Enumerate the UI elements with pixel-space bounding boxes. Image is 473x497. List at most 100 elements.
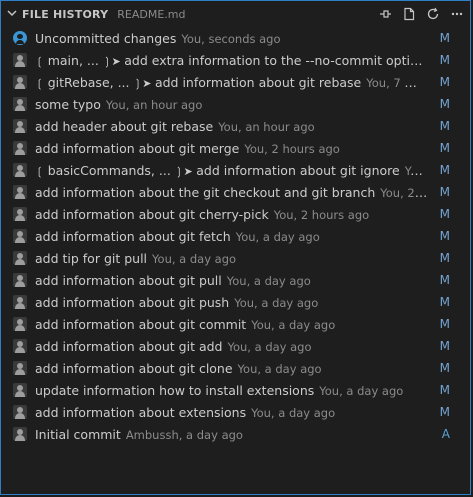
author-avatar-icon bbox=[13, 317, 27, 331]
commit-row[interactable]: add information about git push You, a day… bbox=[1, 291, 470, 313]
commit-row[interactable]: add information about git add You, a day … bbox=[1, 335, 470, 357]
commit-row[interactable]: add information about git fetch You, a da… bbox=[1, 225, 470, 247]
commit-content: add information about git commit You, a d… bbox=[35, 317, 428, 332]
commit-content: add information about git cherry-pick You… bbox=[35, 207, 428, 222]
commit-message: some typo bbox=[35, 96, 101, 112]
commit-row[interactable]: ❲ basicCommands, ... ❳➤ add information … bbox=[1, 159, 470, 181]
commit-meta: You, an hour ago bbox=[105, 97, 203, 112]
commit-message: add information about git clone bbox=[35, 360, 233, 376]
commit-meta: Ambussh, a day ago bbox=[125, 427, 243, 442]
commit-content: some typo You, an hour ago bbox=[35, 97, 428, 112]
commit-row[interactable]: add information about git pull You, a day… bbox=[1, 269, 470, 291]
file-status-badge: M bbox=[439, 339, 450, 353]
branch-label: main, ... bbox=[47, 52, 99, 68]
branch-open-icon: ❲ bbox=[35, 164, 48, 178]
author-avatar-icon bbox=[13, 119, 27, 133]
commit-meta: You, 7 minu... bbox=[366, 75, 428, 90]
commit-row[interactable]: add header about git rebase You, an hour … bbox=[1, 115, 470, 137]
commit-message: add information about git commit bbox=[35, 316, 247, 332]
commit-content: add information about git merge You, 2 ho… bbox=[35, 141, 428, 156]
commit-message: add information about git merge bbox=[35, 140, 240, 156]
commit-message: add information about extensions bbox=[35, 404, 247, 420]
file-history-panel: FILE HISTORY README.md Uncommitted chang… bbox=[0, 0, 471, 495]
open-file-icon[interactable] bbox=[401, 7, 416, 22]
file-status-badge: M bbox=[439, 405, 450, 419]
commit-meta: You, 2 ho... bbox=[380, 185, 428, 200]
commit-content: add information about git fetch You, a da… bbox=[35, 229, 428, 244]
file-status-badge: M bbox=[439, 207, 450, 221]
commit-row[interactable]: add information about git clone You, a da… bbox=[1, 357, 470, 379]
branch-close-icon: ❳➤ bbox=[170, 164, 197, 178]
commit-meta: You, an hour ago bbox=[218, 119, 315, 134]
commit-message: add extra information to the --no-commit… bbox=[124, 52, 428, 68]
file-status-badge: M bbox=[439, 295, 450, 309]
commit-row[interactable]: ❲ main, ... ❳➤ add extra information to … bbox=[1, 49, 470, 71]
commit-message: Initial commit bbox=[35, 426, 121, 442]
author-avatar-icon bbox=[13, 295, 27, 309]
file-status-badge: M bbox=[439, 185, 450, 199]
commit-row[interactable]: update information how to install extens… bbox=[1, 379, 470, 401]
commit-content: ❲ gitRebase, ... ❳➤ add information abou… bbox=[35, 75, 428, 90]
author-avatar-icon bbox=[13, 163, 27, 177]
chevron-down-icon[interactable] bbox=[7, 8, 19, 21]
file-status-badge: M bbox=[439, 273, 450, 287]
commit-content: add tip for git pull You, a day ago bbox=[35, 251, 428, 266]
file-status-badge: M bbox=[439, 141, 450, 155]
file-status-badge: M bbox=[439, 119, 450, 133]
commit-row[interactable]: ❲ gitRebase, ... ❳➤ add information abou… bbox=[1, 71, 470, 93]
file-status-badge: M bbox=[439, 383, 450, 397]
author-avatar-icon bbox=[13, 427, 27, 441]
commit-row[interactable]: add information about git cherry-pick You… bbox=[1, 203, 470, 225]
branch-label: basicCommands, ... bbox=[47, 162, 171, 178]
uncommitted-avatar-icon bbox=[13, 31, 27, 45]
commit-content: update information how to install extens… bbox=[35, 383, 428, 398]
commit-content: add information about git clone You, a da… bbox=[35, 361, 428, 376]
panel-header[interactable]: FILE HISTORY README.md bbox=[1, 1, 470, 27]
commit-row[interactable]: some typo You, an hour ago M bbox=[1, 93, 470, 115]
file-status-badge: M bbox=[439, 361, 450, 375]
author-avatar-icon bbox=[13, 75, 27, 89]
refresh-icon[interactable] bbox=[425, 7, 440, 22]
file-status-badge: M bbox=[439, 53, 450, 67]
commit-list: Uncommitted changes You, seconds ago M ❲ ma… bbox=[1, 27, 470, 445]
author-avatar-icon bbox=[13, 361, 27, 375]
commit-meta: You, ... bbox=[404, 163, 428, 178]
file-name: README.md bbox=[117, 7, 186, 21]
commit-meta: You, seconds ago bbox=[181, 31, 281, 46]
commit-meta: You, 2 hours ago bbox=[273, 207, 370, 222]
file-status-badge: A bbox=[441, 427, 450, 441]
commit-message: add information about the git checkout a… bbox=[35, 184, 376, 200]
author-avatar-icon bbox=[13, 141, 27, 155]
branch-label: gitRebase, ... bbox=[47, 74, 130, 90]
commit-content: add information about the git checkout a… bbox=[35, 185, 428, 200]
pin-icon[interactable] bbox=[377, 7, 392, 22]
commit-message: add information about git ignore bbox=[196, 162, 400, 178]
branch-open-icon: ❲ bbox=[35, 54, 48, 68]
commit-row[interactable]: add information about extensions You, a d… bbox=[1, 401, 470, 423]
commit-row[interactable]: add tip for git pull You, a day ago M bbox=[1, 247, 470, 269]
commit-row[interactable]: add information about the git checkout a… bbox=[1, 181, 470, 203]
commit-row[interactable]: add information about git commit You, a d… bbox=[1, 313, 470, 335]
commit-content: add header about git rebase You, an hour … bbox=[35, 119, 428, 134]
branch-close-icon: ❳➤ bbox=[129, 76, 155, 90]
commit-message: add information about git pull bbox=[35, 272, 222, 288]
file-status-badge: M bbox=[439, 163, 450, 177]
commit-row[interactable]: Initial commit Ambussh, a day ago A bbox=[1, 423, 470, 445]
author-avatar-icon bbox=[13, 207, 27, 221]
file-status-badge: M bbox=[439, 317, 450, 331]
commit-content: ❲ main, ... ❳➤ add extra information to … bbox=[35, 53, 428, 68]
file-status-badge: M bbox=[439, 31, 450, 45]
author-avatar-icon bbox=[13, 185, 27, 199]
commit-meta: You, a day ago bbox=[319, 383, 404, 398]
commit-message: add information about git rebase bbox=[154, 74, 362, 90]
ellipsis-icon[interactable] bbox=[449, 7, 464, 22]
file-status-badge: M bbox=[439, 75, 450, 89]
author-avatar-icon bbox=[13, 229, 27, 243]
commit-row[interactable]: Uncommitted changes You, seconds ago M bbox=[1, 27, 470, 49]
commit-content: add information about git push You, a day… bbox=[35, 295, 428, 310]
commit-content: add information about git pull You, a day… bbox=[35, 273, 428, 288]
author-avatar-icon bbox=[13, 53, 27, 67]
branch-open-icon: ❲ bbox=[35, 76, 48, 90]
commit-message: add information about git add bbox=[35, 338, 223, 354]
commit-row[interactable]: add information about git merge You, 2 ho… bbox=[1, 137, 470, 159]
